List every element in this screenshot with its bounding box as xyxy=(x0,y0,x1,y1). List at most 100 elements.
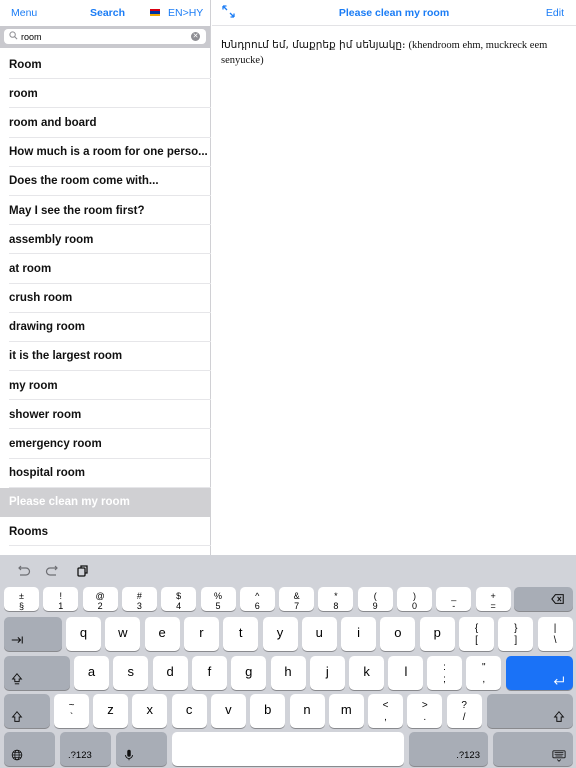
result-row[interactable]: my room xyxy=(0,371,211,401)
redo-icon[interactable] xyxy=(45,563,61,579)
undo-icon[interactable] xyxy=(15,563,31,579)
key-l[interactable]: l xyxy=(388,656,424,690)
key-number[interactable]: @2 xyxy=(82,587,118,611)
armenia-flag-icon[interactable] xyxy=(150,9,160,16)
result-row[interactable]: Rooms xyxy=(0,517,211,547)
key-shift-symbol: $ xyxy=(176,591,182,601)
clear-search-icon[interactable]: ✕ xyxy=(191,32,200,41)
key-symbol: / xyxy=(462,712,466,723)
result-row[interactable]: Please clean my room xyxy=(0,487,211,517)
key-j[interactable]: j xyxy=(309,656,345,690)
key-o[interactable]: o xyxy=(380,617,416,651)
key-symbol[interactable]: :; xyxy=(427,656,462,690)
caps-lock-key[interactable] xyxy=(4,656,70,690)
key-f[interactable]: f xyxy=(191,656,227,690)
key-x[interactable]: x xyxy=(132,694,168,728)
key-number[interactable]: * 8 xyxy=(318,587,354,611)
result-row[interactable]: drawing room xyxy=(0,313,211,342)
paste-icon[interactable] xyxy=(75,563,91,579)
key-number[interactable]: ± § xyxy=(4,587,39,611)
left-shift-key[interactable] xyxy=(4,694,50,728)
tab-icon xyxy=(11,636,23,644)
key-letter: q xyxy=(79,625,88,640)
globe-key[interactable] xyxy=(4,732,55,766)
delete-key[interactable] xyxy=(514,587,573,611)
result-row[interactable]: hospital room xyxy=(0,459,211,488)
key-number[interactable]: % 5 xyxy=(200,587,236,611)
key-number[interactable]: _ - xyxy=(436,587,472,611)
dismiss-keyboard-key[interactable] xyxy=(493,732,573,766)
key-c[interactable]: c xyxy=(171,694,207,728)
key-symbol[interactable]: >. xyxy=(407,694,443,728)
key-symbol[interactable]: ? / xyxy=(446,694,482,728)
key-m[interactable]: m xyxy=(328,694,364,728)
key-number[interactable]: ^ 6 xyxy=(239,587,275,611)
search-field[interactable]: ✕ xyxy=(4,29,206,44)
key-shift-symbol: ! xyxy=(59,591,63,601)
search-input[interactable] xyxy=(21,31,181,42)
tab-key[interactable] xyxy=(4,617,62,651)
result-row[interactable]: at room xyxy=(0,254,211,284)
result-row[interactable]: assembly room xyxy=(0,225,211,255)
key-g[interactable]: g xyxy=(231,656,267,690)
key-h[interactable]: h xyxy=(270,656,306,690)
key-symbol[interactable]: | \ xyxy=(537,617,573,651)
key-n[interactable]: n xyxy=(289,694,325,728)
language-pair-button[interactable]: EN>HY xyxy=(168,7,203,19)
key-number[interactable]: + = xyxy=(475,587,511,611)
key-k[interactable]: k xyxy=(349,656,385,690)
key-i[interactable]: i xyxy=(341,617,377,651)
result-row[interactable]: How much is a room for one perso... xyxy=(0,138,211,167)
key-letter: d xyxy=(166,664,174,679)
key-number[interactable]: $4 xyxy=(161,587,197,611)
key-symbol[interactable]: }] xyxy=(498,617,534,651)
key-symbol[interactable]: {[ xyxy=(459,617,494,651)
result-row[interactable]: crush room xyxy=(0,284,211,313)
key-p[interactable]: p xyxy=(419,617,455,651)
numbers-key-left[interactable]: .?123 xyxy=(60,732,111,766)
key-r[interactable]: r xyxy=(183,617,219,651)
key-a[interactable]: a xyxy=(74,656,109,690)
key-d[interactable]: d xyxy=(152,656,188,690)
return-key[interactable] xyxy=(506,656,573,690)
search-tab-button[interactable]: Search xyxy=(90,7,125,19)
result-row[interactable]: Room xyxy=(0,50,211,80)
key-u[interactable]: u xyxy=(301,617,337,651)
dictation-key[interactable] xyxy=(116,732,167,766)
result-row[interactable]: emergency room xyxy=(0,429,211,459)
result-row[interactable]: Does the room come with... xyxy=(0,167,211,196)
result-row[interactable]: it is the largest room xyxy=(0,342,211,372)
key-z[interactable]: z xyxy=(93,694,128,728)
delete-icon xyxy=(551,594,564,604)
key-v[interactable]: v xyxy=(210,694,246,728)
key-number[interactable]: ) 0 xyxy=(397,587,432,611)
key-t[interactable]: t xyxy=(223,617,259,651)
key-number[interactable]: & 7 xyxy=(279,587,315,611)
key-number[interactable]: ! 1 xyxy=(43,587,79,611)
edit-button[interactable]: Edit xyxy=(546,7,564,19)
numbers-key-right[interactable]: .?123 xyxy=(409,732,488,766)
key-w[interactable]: w xyxy=(105,617,141,651)
result-row[interactable]: shower room xyxy=(0,400,211,430)
key-e[interactable]: e xyxy=(144,617,180,651)
key-tilde[interactable]: ~ ` xyxy=(54,694,89,728)
result-row[interactable]: room xyxy=(0,79,211,109)
result-row[interactable]: May I see the room first? xyxy=(0,196,211,226)
key-symbol[interactable]: <, xyxy=(368,694,403,728)
result-row[interactable]: room and board xyxy=(0,108,211,138)
key-y[interactable]: y xyxy=(262,617,298,651)
keyboard-dismiss-icon xyxy=(552,750,566,762)
key-symbol[interactable]: ", xyxy=(466,656,502,690)
key-symbol: 1 xyxy=(58,601,64,611)
space-bar[interactable] xyxy=(172,732,404,766)
key-number[interactable]: #3 xyxy=(121,587,157,611)
menu-button[interactable]: Menu xyxy=(11,7,37,19)
results-pane: Menu Search EN>HY ✕ Roomroomroom and boa… xyxy=(0,0,211,555)
key-q[interactable]: q xyxy=(66,617,101,651)
key-number[interactable]: (9 xyxy=(357,587,393,611)
right-shift-key[interactable] xyxy=(487,694,573,728)
key-letter: l xyxy=(404,664,408,679)
key-s[interactable]: s xyxy=(113,656,149,690)
key-symbol: 7 xyxy=(294,601,300,611)
key-b[interactable]: b xyxy=(250,694,286,728)
